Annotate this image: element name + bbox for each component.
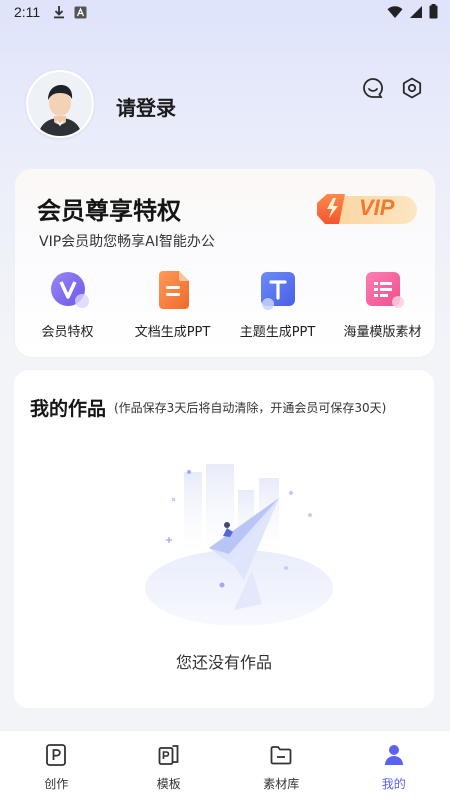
nav-label: 我的 <box>338 775 450 792</box>
create-p-icon <box>44 743 68 767</box>
status-time: 2:11 <box>14 4 40 20</box>
empty-state-illustration <box>114 460 344 630</box>
nav-item-mine[interactable]: 我的 <box>338 731 450 801</box>
feature-theme-to-ppt[interactable]: 主题生成PPT <box>225 269 330 349</box>
works-title: 我的作品 <box>30 394 106 421</box>
works-note: (作品保存3天后将自动清除，开通会员可保存30天) <box>114 399 386 416</box>
empty-state-text: 您还没有作品 <box>14 649 434 673</box>
feature-vip-privilege[interactable]: 会员特权 <box>15 269 120 349</box>
vip-card[interactable]: 会员尊享特权 VIP会员助您畅享AI智能办公 VIP 会员特权 <box>14 168 436 358</box>
vip-subtitle: VIP会员助您畅享AI智能办公 <box>39 231 215 251</box>
user-icon <box>382 743 406 767</box>
vip-v-icon <box>50 271 86 307</box>
nav-label: 素材库 <box>225 775 338 792</box>
status-bar: 2:11 <box>0 0 450 26</box>
nav-item-materials[interactable]: 素材库 <box>225 731 338 801</box>
vip-badge[interactable]: VIP <box>315 191 419 227</box>
feature-template-material[interactable]: 海量模版素材 <box>330 269 435 349</box>
signal-icon <box>409 5 423 23</box>
nav-label: 模板 <box>113 775 226 792</box>
document-icon <box>155 271 191 307</box>
profile-header: 请登录 <box>26 70 426 140</box>
battery-icon <box>429 4 438 23</box>
login-link[interactable]: 请登录 <box>116 92 176 121</box>
feature-label: 海量模版素材 <box>330 321 435 340</box>
my-works-card: 我的作品 (作品保存3天后将自动清除，开通会员可保存30天) <box>14 370 434 708</box>
folder-icon <box>269 743 293 767</box>
template-list-icon <box>365 271 401 307</box>
vip-badge-text: VIP <box>359 195 394 221</box>
settings-icon[interactable] <box>400 76 424 100</box>
template-icon <box>157 743 181 767</box>
vip-feature-row: 会员特权 文档生成PPT 主题生成PPT 海量模版素材 <box>15 269 435 349</box>
bottom-nav: 创作 模板 素材库 我的 <box>0 730 450 801</box>
notification-a-icon <box>74 6 87 23</box>
support-chat-icon[interactable] <box>361 76 385 100</box>
nav-item-create[interactable]: 创作 <box>0 731 113 801</box>
nav-label: 创作 <box>0 775 113 792</box>
theme-t-icon <box>260 271 296 307</box>
download-icon <box>52 5 66 23</box>
vip-title: 会员尊享特权 <box>37 191 181 226</box>
feature-doc-to-ppt[interactable]: 文档生成PPT <box>120 269 225 349</box>
nav-item-template[interactable]: 模板 <box>113 731 226 801</box>
avatar[interactable] <box>26 70 94 138</box>
feature-label: 会员特权 <box>15 321 120 340</box>
wifi-icon <box>387 5 403 23</box>
feature-label: 主题生成PPT <box>225 321 330 340</box>
feature-label: 文档生成PPT <box>120 321 225 340</box>
